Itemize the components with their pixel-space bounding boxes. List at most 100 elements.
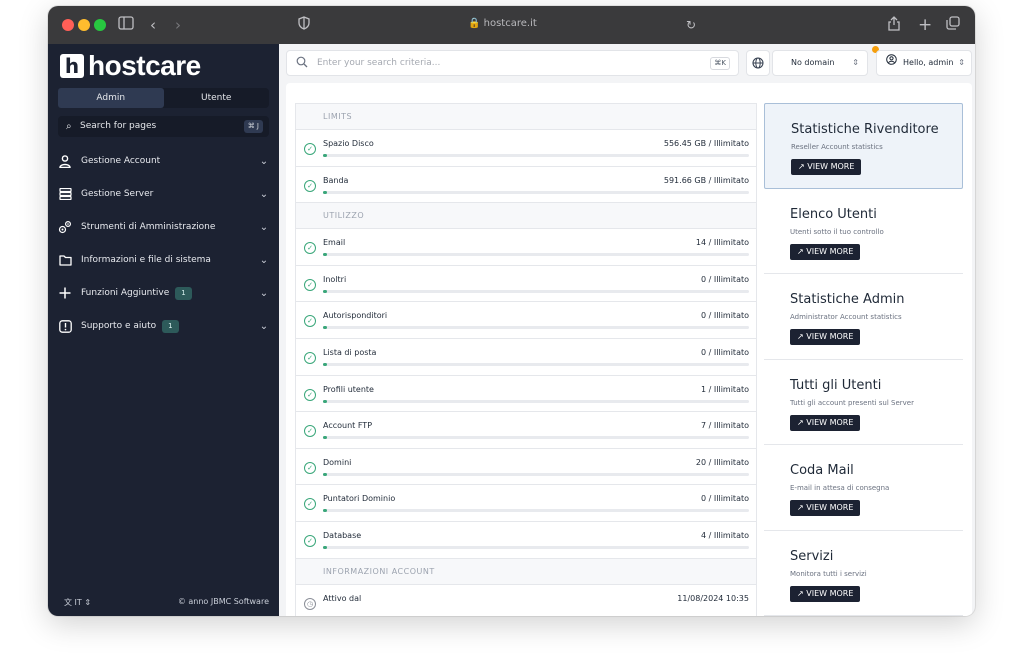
usage-bar-fill: [323, 472, 328, 476]
search-icon: [296, 56, 308, 71]
domain-value: No domain: [791, 58, 835, 67]
share-icon[interactable]: [888, 16, 900, 35]
language-selector[interactable]: 文 IT ⇕: [64, 597, 91, 608]
stat-row: ✓ Lista di posta 0 / Illimitato: [296, 339, 756, 376]
copyright: © anno JBMC Software: [177, 597, 269, 606]
view-more-button[interactable]: ↗ VIEW MORE: [790, 243, 861, 260]
sidebar-item-label: Gestione Account: [81, 156, 161, 166]
usage-bar: [323, 326, 749, 330]
stat-row: ✓ Inoltri 0 / Illimitato: [296, 266, 756, 303]
sidebar-item-funzioni-aggiuntive[interactable]: Funzioni Aggiuntive 1 ⌄: [58, 283, 269, 303]
privacy-shield-icon[interactable]: [298, 16, 310, 34]
usage-bar: [323, 545, 749, 549]
count-badge: 1: [162, 319, 179, 333]
sidebar-toggle-icon[interactable]: [118, 16, 134, 34]
check-circle-icon: ✓: [304, 498, 316, 511]
card-subtitle: Administrator Account statistics: [790, 313, 902, 321]
tab-admin[interactable]: Admin: [58, 88, 164, 108]
sidebar-item-gestione-server[interactable]: Gestione Server ⌄: [58, 184, 269, 204]
browser-toolbar: ‹ › 🔒 hostcare.it ↻ +: [48, 6, 975, 44]
chevron-down-icon: ⌄: [259, 155, 269, 167]
quick-link-card: Servizi Monitora tutti i servizi ↗ VIEW MO…: [764, 530, 963, 616]
quick-link-card: Statistiche Rivenditore Reseller Account …: [764, 103, 963, 189]
tab-overview-icon[interactable]: [946, 16, 960, 34]
stat-label: Lista di posta: [323, 347, 377, 357]
sidebar-item-gestione-account[interactable]: Gestione Account ⌄: [58, 151, 269, 171]
chevron-updown-icon: ⇕: [84, 598, 92, 607]
domain-select[interactable]: No domain ⇕: [772, 50, 868, 76]
view-more-button[interactable]: ↗ VIEW MORE: [790, 500, 861, 516]
check-circle-icon: ✓: [304, 351, 316, 364]
stat-value: 20 / Illimitato: [695, 457, 749, 467]
sidebar-item-strumenti-amministrazione[interactable]: Strumenti di Amministrazione ⌄: [58, 217, 269, 237]
view-more-button[interactable]: ↗ VIEW MORE: [790, 329, 861, 345]
stat-label: Banda: [323, 175, 349, 185]
stat-value: 0 / Illimitato: [701, 347, 749, 357]
minimize-window-button[interactable]: [78, 19, 90, 31]
usage-bar: [323, 362, 749, 366]
search-input[interactable]: [317, 55, 677, 71]
stat-value: 11/08/2024 10:35: [677, 593, 749, 603]
view-more-label: VIEW MORE: [806, 332, 854, 341]
card-subtitle: Reseller Account statistics: [791, 143, 883, 151]
card-subtitle: Monitora tutti i servizi: [790, 569, 867, 578]
search-pages-shortcut: ⌘ J: [243, 120, 263, 133]
quick-links: Statistiche Rivenditore Reseller Account …: [764, 103, 963, 616]
usage-bar: [323, 509, 749, 513]
globe-icon[interactable]: [746, 50, 770, 76]
stat-label: Email: [323, 238, 346, 248]
card-title: Coda Mail: [790, 463, 854, 478]
stat-value: 0 / Illimitato: [701, 494, 749, 504]
stat-value: 1 / Illimitato: [701, 384, 749, 394]
usage-bar-fill: [323, 154, 328, 157]
view-more-button[interactable]: ↗ VIEW MORE: [790, 585, 861, 602]
chevron-updown-icon: ⇕: [852, 58, 859, 67]
logo-text: hostcare: [88, 50, 201, 81]
address-bar[interactable]: 🔒 hostcare.it: [468, 18, 537, 29]
user-menu[interactable]: Hello, admin ⇕: [876, 50, 972, 76]
stat-value: 556.45 GB / Illimitato: [663, 139, 749, 148]
back-icon[interactable]: ‹: [150, 16, 156, 34]
sidebar-item-informazioni-file-sistema[interactable]: Informazioni e file di sistema ⌄: [58, 250, 269, 270]
role-switch: Admin Utente: [58, 88, 269, 108]
gears-icon: [58, 220, 72, 234]
check-circle-icon: ✓: [304, 425, 316, 438]
stat-row: ✓ Profili utente 1 / Illimitato: [296, 376, 756, 413]
main-content: LIMITS ✓ Spazio Disco 556.45 GB / Illimita…: [286, 83, 972, 616]
global-search: ⌘K: [286, 50, 739, 76]
card-title: Statistiche Admin: [790, 292, 905, 307]
card-title: Elenco Utenti: [790, 206, 877, 222]
usage-bar: [323, 289, 749, 293]
sidebar-item-supporto-aiuto[interactable]: Supporto e aiuto 1 ⌄: [58, 316, 269, 336]
check-circle-icon: ✓: [304, 388, 316, 401]
reload-icon[interactable]: ↻: [686, 16, 696, 34]
forward-icon[interactable]: ›: [175, 16, 181, 34]
card-subtitle: Utenti sotto il tuo controllo: [790, 227, 884, 236]
section-header-info: INFORMAZIONI ACCOUNT: [296, 558, 756, 585]
server-icon: [58, 187, 72, 201]
card-subtitle: E-mail in attesa di consegna: [790, 484, 890, 492]
card-subtitle: Tutti gli account presenti sul Server: [790, 398, 914, 407]
close-window-button[interactable]: [62, 19, 74, 31]
maximize-window-button[interactable]: [94, 19, 106, 31]
external-link-icon: ↗: [797, 246, 807, 256]
clock-icon: ◷: [304, 597, 316, 610]
stat-row: ✓ Domini 20 / Illimitato: [296, 449, 756, 486]
new-tab-icon[interactable]: +: [918, 16, 932, 34]
view-more-label: VIEW MORE: [806, 417, 854, 427]
usage-bar-fill: [323, 289, 328, 293]
account-stats-panel: LIMITS ✓ Spazio Disco 556.45 GB / Illimita…: [295, 103, 757, 616]
sidebar: h hostcare Admin Utente ⌕ Search for pag…: [48, 44, 279, 616]
stat-value: 14 / Illimitato: [695, 238, 749, 248]
logo[interactable]: h hostcare: [60, 50, 201, 81]
view-more-label: VIEW MORE: [806, 503, 854, 512]
stat-row: ✓ Account FTP 7 / Illimitato: [296, 412, 756, 449]
card-title: Servizi: [790, 548, 834, 564]
section-header-limits: LIMITS: [296, 104, 756, 130]
search-pages-button[interactable]: ⌕ Search for pages ⌘ J: [58, 116, 269, 137]
view-more-button[interactable]: ↗ VIEW MORE: [791, 159, 862, 175]
view-more-button[interactable]: ↗ VIEW MORE: [790, 414, 861, 431]
check-circle-icon: ✓: [304, 315, 316, 328]
stat-value: 4 / Illimitato: [701, 530, 749, 540]
tab-utente[interactable]: Utente: [164, 88, 270, 108]
